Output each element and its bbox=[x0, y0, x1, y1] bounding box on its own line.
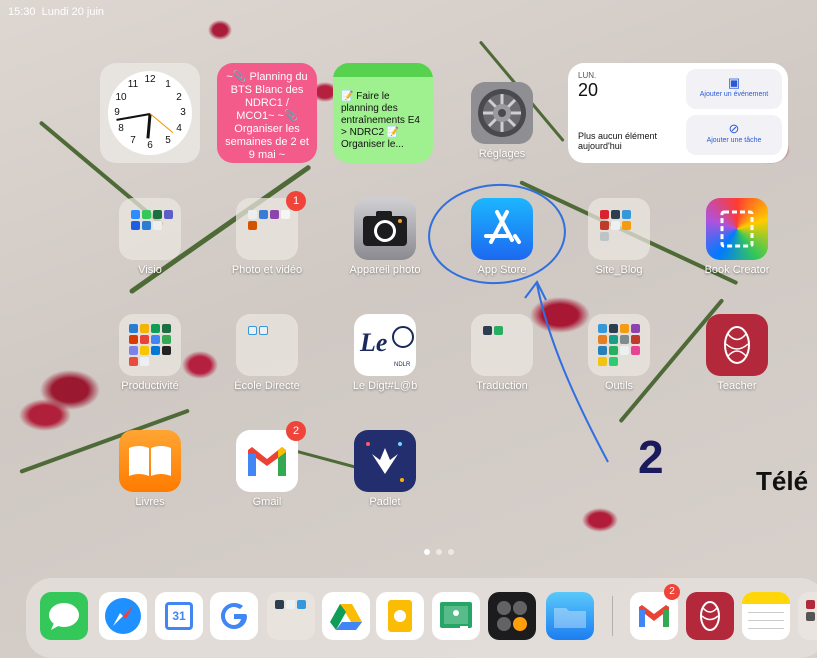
dock-teacher-icon[interactable] bbox=[686, 592, 734, 640]
dock-files-icon[interactable] bbox=[546, 592, 594, 640]
dock-divider bbox=[612, 596, 613, 636]
calendar-icon: 31 bbox=[165, 602, 193, 630]
dock-classroom-icon[interactable] bbox=[432, 592, 480, 640]
google-g-icon bbox=[221, 603, 247, 629]
annotation-number: 2 bbox=[638, 431, 664, 483]
bulb-icon bbox=[388, 600, 412, 632]
annotation-cut-text: Télé bbox=[756, 466, 809, 496]
dock-google-calendar-icon[interactable]: 31 bbox=[155, 592, 203, 640]
dock-keep-icon[interactable] bbox=[376, 592, 424, 640]
annotation-circle bbox=[428, 183, 566, 285]
dock-google-icon[interactable] bbox=[210, 592, 258, 640]
dock-google-drive-icon[interactable] bbox=[322, 592, 370, 640]
message-bubble-icon bbox=[49, 603, 79, 630]
annotation-arrow bbox=[536, 283, 609, 463]
drive-icon bbox=[330, 604, 362, 630]
annotation-arrowhead bbox=[524, 280, 547, 301]
annotation-overlay bbox=[428, 183, 609, 463]
notes-header bbox=[742, 592, 790, 604]
page-dot bbox=[436, 549, 442, 555]
notes-line bbox=[748, 620, 784, 621]
classroom-icon bbox=[440, 602, 472, 629]
dock-folder[interactable] bbox=[267, 592, 315, 640]
page-dot bbox=[424, 549, 430, 555]
compass-icon bbox=[105, 598, 141, 634]
notes-line bbox=[748, 612, 784, 613]
dock-safari-icon[interactable] bbox=[99, 592, 147, 640]
dock-folder-partial[interactable] bbox=[798, 592, 817, 640]
calculator-icon bbox=[497, 601, 527, 631]
dock-notes-icon[interactable] bbox=[742, 592, 790, 640]
notification-badge: 2 bbox=[664, 584, 680, 600]
dock-messages-icon[interactable] bbox=[40, 592, 88, 640]
folder-icon bbox=[554, 608, 586, 628]
page-dot bbox=[448, 549, 454, 555]
yarn-ball-icon bbox=[700, 601, 720, 631]
dock-calculator-icon[interactable] bbox=[488, 592, 536, 640]
notes-line bbox=[748, 628, 784, 629]
page-indicator[interactable] bbox=[424, 542, 460, 560]
